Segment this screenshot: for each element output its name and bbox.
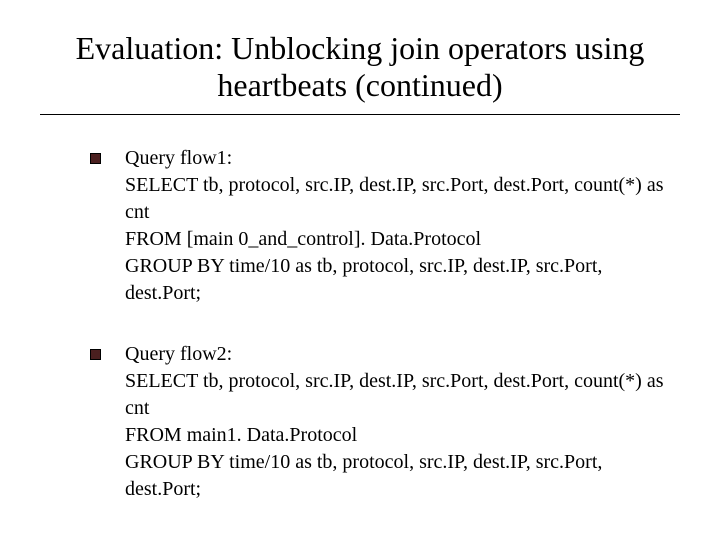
square-bullet-icon bbox=[90, 153, 101, 164]
slide-title: Evaluation: Unblocking join operators us… bbox=[40, 30, 680, 104]
text-line: SELECT tb, protocol, src.IP, dest.IP, sr… bbox=[125, 172, 670, 226]
text-line: GROUP BY time/10 as tb, protocol, src.IP… bbox=[125, 449, 670, 503]
title-divider bbox=[40, 114, 680, 115]
content-area: Query flow1: SELECT tb, protocol, src.IP… bbox=[40, 145, 680, 503]
title-block: Evaluation: Unblocking join operators us… bbox=[40, 30, 680, 104]
square-bullet-icon bbox=[90, 349, 101, 360]
item-body: Query flow1: SELECT tb, protocol, src.IP… bbox=[125, 145, 670, 307]
text-line: FROM main1. Data.Protocol bbox=[125, 422, 670, 449]
item-body: Query flow2: SELECT tb, protocol, src.IP… bbox=[125, 341, 670, 503]
text-line: Query flow1: bbox=[125, 145, 670, 172]
text-line: FROM [main 0_and_control]. Data.Protocol bbox=[125, 226, 670, 253]
slide: Evaluation: Unblocking join operators us… bbox=[0, 0, 720, 540]
text-line: SELECT tb, protocol, src.IP, dest.IP, sr… bbox=[125, 368, 670, 422]
list-item: Query flow2: SELECT tb, protocol, src.IP… bbox=[90, 341, 670, 503]
text-line: Query flow2: bbox=[125, 341, 670, 368]
text-line: GROUP BY time/10 as tb, protocol, src.IP… bbox=[125, 253, 670, 307]
list-item: Query flow1: SELECT tb, protocol, src.IP… bbox=[90, 145, 670, 307]
